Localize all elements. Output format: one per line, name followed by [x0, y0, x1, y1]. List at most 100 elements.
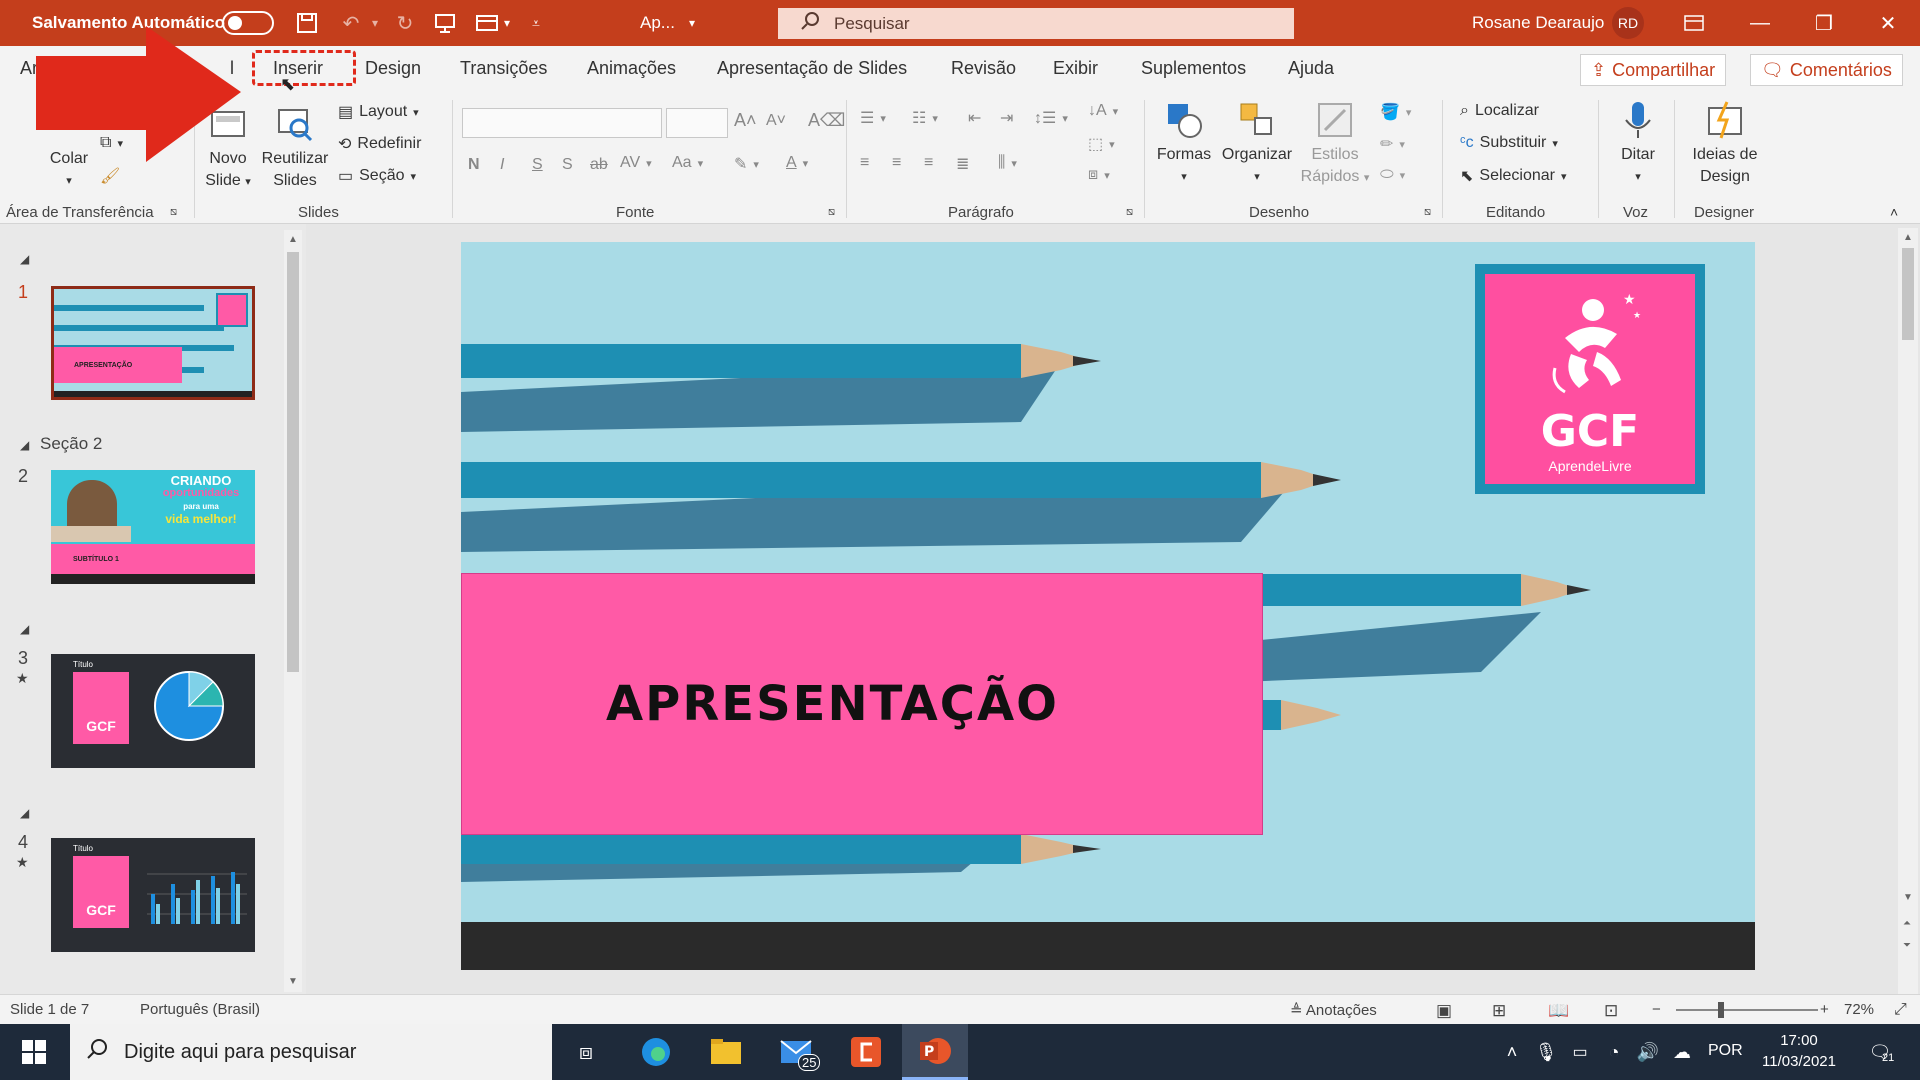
- restore-button[interactable]: ❐: [1794, 0, 1854, 46]
- align-text-button[interactable]: ⬚ ▾: [1088, 134, 1115, 154]
- action-center-button[interactable]: 🗨 21: [1860, 1032, 1900, 1072]
- justify-button[interactable]: ≣: [956, 154, 969, 174]
- shadow-button[interactable]: S: [562, 156, 573, 174]
- slideshow-button[interactable]: ⊡: [1604, 1001, 1618, 1021]
- reading-view-button[interactable]: 📖: [1548, 1001, 1569, 1021]
- numbering-button[interactable]: ☷ ▾: [912, 108, 938, 128]
- shape-outline-button[interactable]: ✏ ▾: [1380, 134, 1405, 154]
- quick-styles-button[interactable]: Estilos Rápidos ▾: [1298, 100, 1372, 189]
- align-right-button[interactable]: ≡: [924, 154, 933, 172]
- next-slide-icon[interactable]: ⏷: [1903, 940, 1911, 951]
- text-direction-button[interactable]: ↓A ▾: [1088, 102, 1118, 120]
- italic-button[interactable]: I: [500, 156, 504, 174]
- bold-button[interactable]: N: [468, 156, 480, 174]
- gcf-logo[interactable]: ★ ★ GCF AprendeLivre: [1475, 264, 1705, 494]
- increase-indent-button[interactable]: ⇥: [1000, 108, 1013, 128]
- slide-canvas[interactable]: APRESENTAÇÃO ★ ★ GCF AprendeLivre: [461, 242, 1755, 970]
- line-spacing-button[interactable]: ↕☰ ▾: [1034, 108, 1068, 128]
- qat-undo[interactable]: ↶: [336, 0, 366, 46]
- scroll-up-icon[interactable]: ▲: [1903, 232, 1913, 243]
- ribbon-display-options[interactable]: [1664, 0, 1724, 46]
- strikethrough-button[interactable]: ab: [590, 156, 608, 174]
- highlight-button[interactable]: ✎ ▾: [734, 154, 759, 174]
- fit-to-window-button[interactable]: ⤢: [1894, 1001, 1907, 1019]
- tab-apresentacao[interactable]: Apresentação de Slides: [717, 58, 907, 79]
- slide-thumbnail-1[interactable]: APRESENTAÇÃO: [51, 286, 255, 400]
- document-title[interactable]: Ap... ▾: [640, 0, 695, 46]
- minimize-button[interactable]: —: [1730, 0, 1790, 46]
- layout-button[interactable]: ▤ Layout ▾: [338, 102, 419, 122]
- qat-save[interactable]: [292, 0, 322, 46]
- qat-redo[interactable]: ↻: [390, 0, 420, 46]
- thumbnails-scrollbar[interactable]: ▲ ▼: [284, 230, 302, 992]
- task-view-button[interactable]: ⧈: [566, 1032, 606, 1072]
- find-button[interactable]: ⌕ Localizar: [1460, 102, 1539, 120]
- slide-thumbnail-3[interactable]: Título GCF: [51, 654, 255, 768]
- grow-font-button[interactable]: A˄: [734, 110, 757, 131]
- shape-effects-button[interactable]: ⬭ ▾: [1380, 166, 1405, 184]
- arrange-button[interactable]: Organizar ▾: [1218, 100, 1296, 188]
- scroll-up-icon[interactable]: ▲: [288, 234, 298, 245]
- reuse-slides-button[interactable]: Reutilizar Slides: [258, 104, 332, 192]
- file-explorer-app[interactable]: [706, 1032, 746, 1072]
- qat-customize[interactable]: ⩡: [532, 0, 540, 46]
- normal-view-button[interactable]: ▣: [1436, 1001, 1452, 1021]
- language-indicator[interactable]: Português (Brasil): [140, 1001, 260, 1018]
- collapse-section-icon[interactable]: ◢: [20, 622, 29, 636]
- format-painter-button[interactable]: 🖌: [100, 166, 120, 186]
- font-launcher[interactable]: ⧅: [828, 206, 835, 219]
- undo-dropdown[interactable]: ▾: [372, 0, 378, 46]
- scroll-down-icon[interactable]: ▼: [288, 976, 298, 987]
- tab-animacoes[interactable]: Animações: [587, 58, 676, 79]
- share-button[interactable]: ⇪ Compartilhar: [1580, 54, 1727, 86]
- decrease-indent-button[interactable]: ⇤: [968, 108, 981, 128]
- onedrive-tray[interactable]: ☁: [1662, 1032, 1702, 1072]
- scroll-down-icon[interactable]: ▼: [1903, 892, 1913, 903]
- qat-layout[interactable]: [472, 0, 502, 46]
- comments-button[interactable]: 🗨 Comentários: [1750, 54, 1903, 86]
- font-color-button[interactable]: A ▾: [786, 154, 808, 172]
- font-family-combo[interactable]: [462, 108, 662, 138]
- user-name[interactable]: Rosane Dearaujo: [1472, 0, 1604, 46]
- columns-button[interactable]: ⫼ ▾: [998, 154, 1017, 172]
- slide-scrollbar[interactable]: ▲ ▼ ⏶ ⏷: [1898, 228, 1918, 994]
- zoom-out-button[interactable]: −: [1652, 1001, 1661, 1018]
- collapse-ribbon-button[interactable]: ˄: [1890, 204, 1898, 220]
- shape-fill-button[interactable]: 🪣 ▾: [1380, 102, 1411, 122]
- slide-thumbnail-4[interactable]: Título GCF: [51, 838, 255, 952]
- clear-format-button[interactable]: A⌫: [808, 110, 845, 131]
- snagit-app[interactable]: [846, 1032, 886, 1072]
- close-button[interactable]: ✕: [1858, 0, 1918, 46]
- drawing-launcher[interactable]: ⧅: [1424, 206, 1431, 219]
- shrink-font-button[interactable]: A˅: [766, 112, 786, 130]
- previous-slide-icon[interactable]: ⏶: [1903, 918, 1911, 929]
- clock[interactable]: 17:00 11/03/2021: [1756, 1030, 1842, 1072]
- zoom-in-button[interactable]: +: [1820, 1001, 1829, 1018]
- tab-transicoes[interactable]: Transições: [460, 58, 547, 79]
- taskbar-search[interactable]: Digite aqui para pesquisar: [70, 1024, 552, 1080]
- input-language[interactable]: POR: [1708, 1042, 1743, 1060]
- char-spacing-button[interactable]: AV ▾: [620, 154, 652, 172]
- smartart-button[interactable]: ⧈ ▾: [1088, 166, 1110, 184]
- change-case-button[interactable]: Aa ▾: [672, 154, 703, 172]
- scrollbar-thumb[interactable]: [1902, 248, 1914, 340]
- collapse-section-icon[interactable]: ◢: [20, 806, 29, 820]
- qat-present[interactable]: [430, 0, 460, 46]
- tab-suplementos[interactable]: Suplementos: [1141, 58, 1246, 79]
- tab-ajuda[interactable]: Ajuda: [1288, 58, 1334, 79]
- tab-revisao[interactable]: Revisão: [951, 58, 1016, 79]
- tab-design[interactable]: Design: [365, 58, 421, 79]
- user-avatar[interactable]: RD: [1612, 0, 1644, 46]
- design-ideas-button[interactable]: Ideias de Design: [1682, 100, 1768, 188]
- zoom-slider-thumb[interactable]: [1718, 1002, 1724, 1018]
- select-button[interactable]: ⬉ Selecionar ▾: [1460, 166, 1567, 186]
- zoom-slider[interactable]: [1676, 1002, 1818, 1018]
- mail-app[interactable]: 25: [776, 1032, 821, 1072]
- powerpoint-app[interactable]: P: [902, 1024, 968, 1080]
- title-placeholder[interactable]: APRESENTAÇÃO: [461, 573, 1263, 835]
- align-center-button[interactable]: ≡: [892, 154, 901, 172]
- underline-button[interactable]: S: [532, 156, 543, 174]
- collapse-section-icon[interactable]: ◢: [20, 438, 29, 452]
- font-size-combo[interactable]: [666, 108, 728, 138]
- start-button[interactable]: [14, 1032, 54, 1072]
